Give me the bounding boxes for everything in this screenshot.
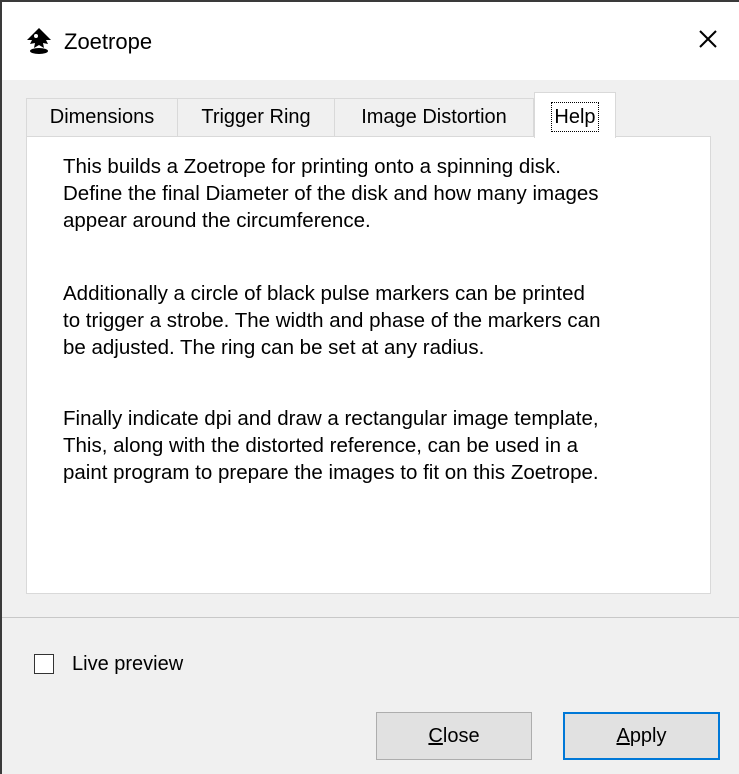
- live-preview-label: Live preview: [72, 653, 184, 675]
- tab-help[interactable]: Help: [534, 92, 616, 138]
- close-icon[interactable]: [691, 22, 725, 56]
- tab-label: Dimensions: [49, 106, 155, 128]
- close-button-mnemonic: C: [428, 725, 443, 747]
- divider: [2, 617, 739, 618]
- dialog-window: Zoetrope Dimensions Trigger Ring Image D…: [0, 0, 739, 774]
- apply-button[interactable]: Apply: [563, 712, 720, 760]
- window-border-left: [0, 0, 2, 774]
- tab-image-distortion[interactable]: Image Distortion: [334, 98, 534, 136]
- window-title: Zoetrope: [64, 29, 153, 54]
- title-bar[interactable]: Zoetrope: [2, 2, 739, 80]
- help-paragraph-3: Finally indicate dpi and draw a rectangu…: [63, 407, 599, 484]
- help-paragraph-1: This builds a Zoetrope for printing onto…: [63, 155, 599, 232]
- tab-trigger-ring[interactable]: Trigger Ring: [177, 98, 335, 136]
- help-paragraph-2: Additionally a circle of black pulse mar…: [63, 282, 601, 359]
- apply-button-label: pply: [629, 725, 667, 747]
- inkscape-icon: [27, 28, 51, 54]
- tab-label: Trigger Ring: [201, 106, 311, 128]
- tab-dimensions[interactable]: Dimensions: [26, 98, 178, 136]
- close-button[interactable]: Close: [376, 712, 532, 760]
- tab-label: Help: [551, 102, 599, 132]
- help-panel: This builds a Zoetrope for printing onto…: [26, 136, 711, 594]
- apply-button-mnemonic: A: [616, 725, 630, 747]
- live-preview-checkbox[interactable]: [34, 654, 54, 674]
- tab-label: Image Distortion: [361, 106, 507, 128]
- close-button-label: lose: [442, 725, 480, 747]
